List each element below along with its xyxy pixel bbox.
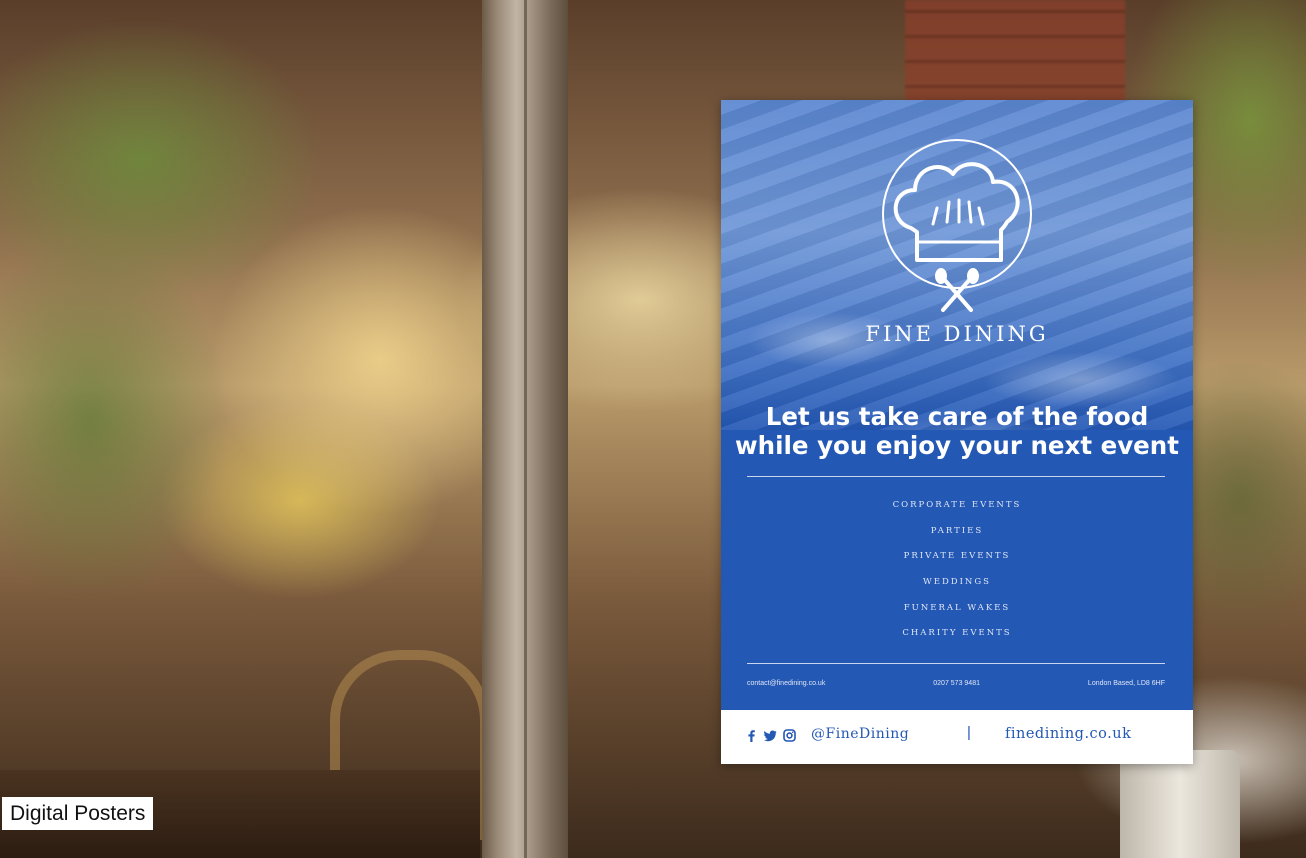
social-handle: @FineDining [811, 726, 910, 742]
social-icons [745, 729, 796, 742]
chef-hat-logo-icon [882, 139, 1032, 312]
poster-headline: Let us take care of the food while you e… [721, 402, 1193, 460]
footer-divider: | [967, 724, 971, 741]
service-item: PRIVATE EVENTS [903, 551, 1011, 562]
brick-wall [905, 0, 1125, 110]
twitter-icon [764, 730, 777, 742]
contact-location: London Based, LD8 6HF [1087, 680, 1165, 687]
website-url: finedining.co.uk [1005, 726, 1132, 742]
planter [1120, 750, 1240, 858]
contact-email: contact@finedining.co.uk [747, 680, 826, 687]
image-caption: Digital Posters [2, 797, 154, 830]
contact-phone: 0207 573 9481 [933, 680, 980, 687]
poster-footer: @FineDining | finedining.co.uk [721, 710, 1193, 764]
service-item: WEDDINGS [923, 577, 991, 588]
divider-bottom [747, 663, 1165, 664]
brand-name: FINE DINING [865, 322, 1049, 346]
fine-dining-poster: FINE DINING Let us take care of the food… [721, 100, 1193, 764]
door-frame [482, 0, 568, 858]
restaurant-window-photo: FINE DINING Let us take care of the food… [0, 0, 1306, 858]
service-item: FUNERAL WAKES [903, 602, 1011, 613]
headline-line-1: Let us take care of the food [765, 402, 1149, 431]
instagram-icon [783, 729, 796, 742]
facebook-icon [748, 730, 755, 742]
service-item: CHARITY EVENTS [902, 628, 1012, 639]
service-item: PARTIES [930, 525, 984, 536]
divider-top [747, 476, 1165, 477]
contact-row: contact@finedining.co.uk 0207 573 9481 L… [747, 680, 1165, 687]
headline-line-2: while you enjoy your next event [735, 431, 1179, 460]
service-item: CORPORATE EVENTS [892, 500, 1022, 510]
services-list: CORPORATE EVENTS PARTIES PRIVATE EVENTS … [721, 498, 1193, 652]
